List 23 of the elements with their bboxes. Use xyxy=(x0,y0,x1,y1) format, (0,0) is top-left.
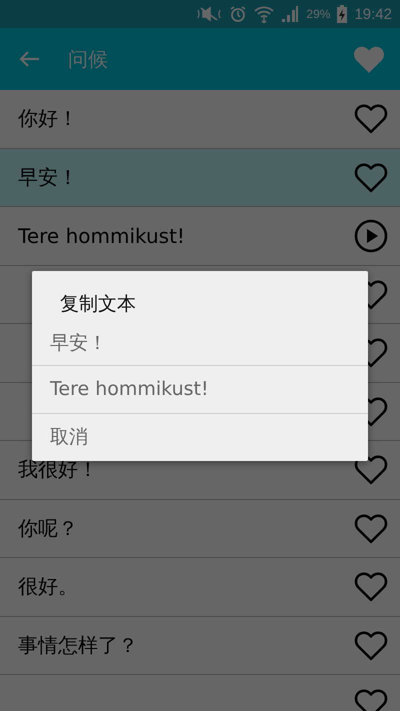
dialog-option[interactable]: Tere hommikust! xyxy=(32,365,368,413)
battery-percentage: 29% xyxy=(306,7,330,21)
signal-icon xyxy=(281,6,300,22)
phrase-text: Tere hommikust! xyxy=(18,224,186,248)
phrase-text: 你呢？ xyxy=(18,514,79,542)
phrase-text: 事情怎样了？ xyxy=(18,632,139,659)
dialog-option[interactable]: 早安！ xyxy=(32,321,368,365)
phrase-row[interactable]: 你呢？ xyxy=(0,500,400,558)
mute-icon xyxy=(196,6,222,22)
battery-icon xyxy=(337,5,348,23)
phrase-text: 很好。 xyxy=(18,573,79,600)
alarm-icon xyxy=(229,5,248,23)
phrase-row[interactable]: 早安！ xyxy=(0,148,400,207)
phrase-row[interactable]: 事情怎样了？ xyxy=(0,616,400,675)
heart-icon[interactable] xyxy=(354,454,388,486)
wifi-icon xyxy=(254,5,274,23)
dialog-title: 复制文本 xyxy=(60,292,136,317)
phrase-text: 你好！ xyxy=(18,105,79,132)
play-icon[interactable] xyxy=(354,218,388,253)
dialog-option[interactable]: 取消 xyxy=(32,413,368,461)
screen-title: 问候 xyxy=(68,46,109,72)
clock-time: 19:42 xyxy=(354,6,392,22)
phrase-text: 早安！ xyxy=(18,164,79,191)
